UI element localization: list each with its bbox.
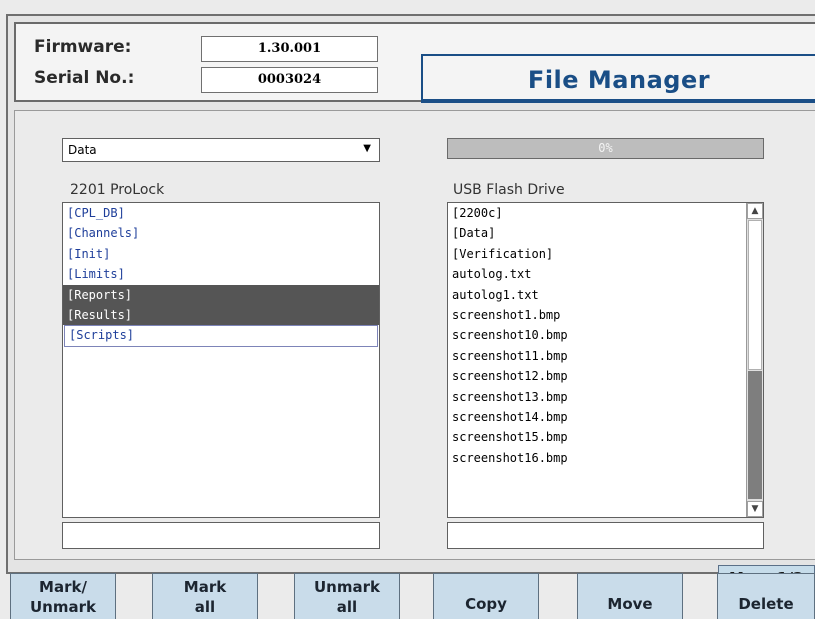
scroll-up-arrow-icon[interactable]: ▲ [747,203,763,219]
softkey-label-line1: Mark [183,578,227,596]
softkey-label-line1: Delete [738,595,794,613]
source-list-item[interactable]: [Init] [63,244,379,264]
softkey-label-line1: Move [607,595,653,613]
firmware-label: Firmware: [34,37,132,57]
destination-list-item[interactable]: screenshot13.bmp [448,387,763,407]
destination-file-list[interactable]: [2200c] [Data] [Verification] autolog.txt au… [447,202,764,518]
progress-text: 0% [598,141,613,155]
destination-list-item[interactable]: [Data] [448,223,763,243]
softkey-label-line2: all [336,598,358,616]
source-folder-dropdown[interactable]: Data ▼ [62,138,380,162]
serial-label: Serial No.: [34,68,135,88]
source-panel-label: 2201 ProLock [70,182,165,198]
destination-list-item[interactable]: screenshot14.bmp [448,407,763,427]
softkey-1-button[interactable]: Mark/Unmark [10,573,116,619]
softkey-label-line2: all [194,598,216,616]
destination-list-item[interactable]: screenshot1.bmp [448,305,763,325]
destination-list-item[interactable]: screenshot16.bmp [448,448,763,468]
destination-scrollbar[interactable]: ▲ ▼ [746,203,763,517]
destination-list-item[interactable]: autolog1.txt [448,285,763,305]
title-underline [421,99,815,103]
softkey-5-button[interactable]: Move [577,573,683,619]
destination-list-item[interactable]: screenshot10.bmp [448,325,763,345]
destination-list-item[interactable]: screenshot15.bmp [448,427,763,447]
softkey-label-line2: Unmark [30,598,96,616]
page-title: File Manager [527,66,711,94]
scroll-track[interactable] [748,220,762,370]
destination-list-item[interactable]: [2200c] [448,203,763,223]
destination-list-item[interactable]: screenshot11.bmp [448,346,763,366]
softkey-label-line1: Mark/ [39,578,87,596]
softkey-label-line1: Copy [465,595,507,613]
softkey-6-button[interactable]: Delete [717,573,815,619]
softkey-3-button[interactable]: Unmark all [294,573,400,619]
transfer-progress-bar: 0% [447,138,764,159]
source-file-list[interactable]: [CPL_DB] [Channels] [Init] [Limits] [Reports… [62,202,380,518]
scroll-down-arrow-icon[interactable]: ▼ [747,501,763,517]
firmware-value: 1.30.001 [201,36,378,62]
destination-list-item[interactable]: screenshot12.bmp [448,366,763,386]
source-name-input[interactable] [62,522,380,549]
source-list-item[interactable]: [Reports] [63,284,379,305]
destination-name-input[interactable] [447,522,764,549]
source-folder-value: Data [68,143,97,157]
dropdown-arrow-icon: ▼ [363,143,371,154]
serial-value: 0003024 [201,67,378,93]
softkey-4-button[interactable]: Copy [433,573,539,619]
page-title-tab: File Manager [421,54,815,99]
softkey-label-line1: Unmark [314,578,380,596]
softkey-2-button[interactable]: Mark all [152,573,258,619]
destination-list-item[interactable]: [Verification] [448,244,763,264]
source-list-item[interactable]: [Channels] [63,223,379,243]
source-list-item[interactable]: [Limits] [63,264,379,284]
destination-panel-label: USB Flash Drive [453,182,565,198]
scroll-thumb[interactable] [748,371,762,499]
destination-list-item[interactable]: autolog.txt [448,264,763,284]
source-list-item[interactable]: [CPL_DB] [63,203,379,223]
source-list-item[interactable]: [Scripts] [64,325,378,348]
source-list-item[interactable]: [Results] [63,304,379,326]
